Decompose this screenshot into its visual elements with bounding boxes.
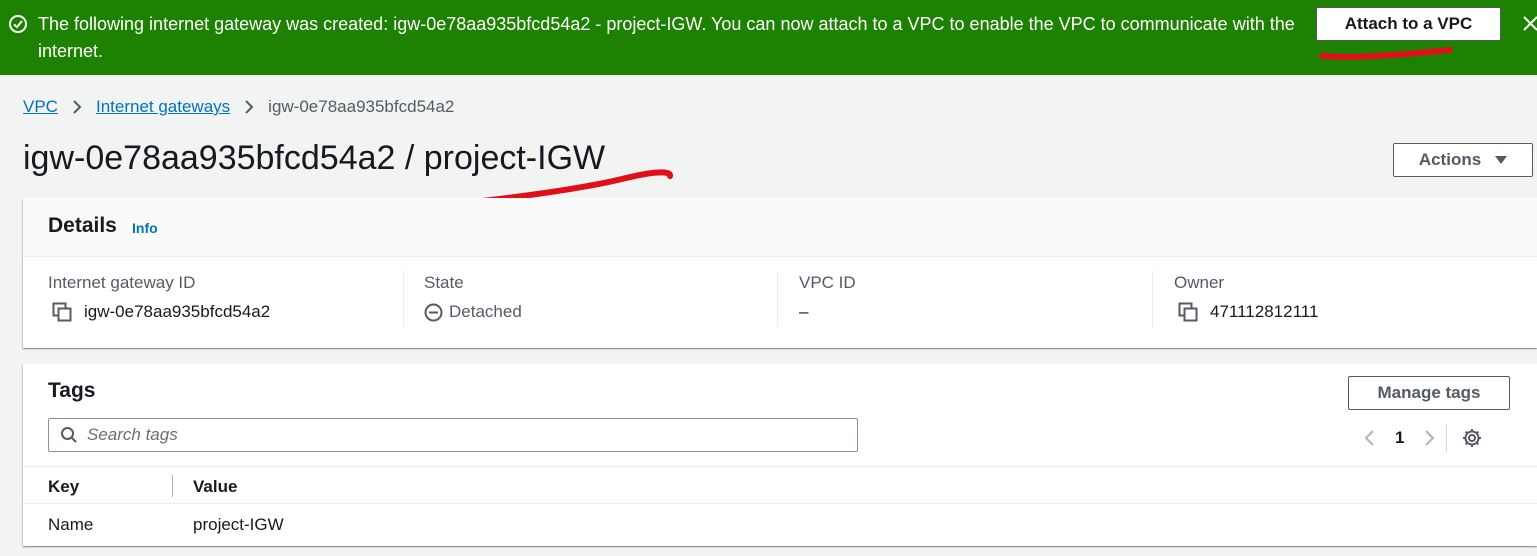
- tag-key: Name: [48, 515, 94, 534]
- field-label: VPC ID: [799, 273, 856, 292]
- chevron-right-icon: [72, 100, 82, 114]
- column-resizer[interactable]: [172, 475, 173, 497]
- breadcrumb-current: igw-0e78aa935bfcd54a2: [268, 97, 455, 116]
- success-flash-banner: The following internet gateway was creat…: [0, 0, 1537, 75]
- field-value: Detached: [449, 302, 522, 321]
- field-owner: Owner 471112812111: [1174, 273, 1524, 322]
- tags-table-header: Key Value: [23, 466, 1537, 504]
- copy-icon[interactable]: [1178, 302, 1200, 322]
- field-internet-gateway-id: Internet gateway ID igw-0e78aa935bfcd54a…: [48, 273, 398, 322]
- field-label: Owner: [1174, 273, 1225, 292]
- pagination: 1: [1363, 424, 1483, 452]
- next-page-icon[interactable]: [1424, 429, 1436, 447]
- field-value: –: [799, 302, 809, 321]
- page-number[interactable]: 1: [1395, 428, 1404, 448]
- search-tags-input[interactable]: [87, 425, 847, 445]
- gear-icon[interactable]: [1461, 427, 1483, 449]
- breadcrumb: VPC Internet gateways igw-0e78aa935bfcd5…: [23, 97, 454, 117]
- actions-dropdown-button[interactable]: Actions: [1393, 143, 1533, 177]
- field-state: State Detached: [424, 273, 774, 322]
- info-link[interactable]: Info: [132, 220, 158, 236]
- close-icon[interactable]: [1521, 14, 1537, 34]
- search-box: [48, 418, 858, 452]
- caret-down-icon: [1495, 156, 1508, 164]
- details-panel: Details Info Internet gateway ID igw-0e7…: [23, 198, 1537, 348]
- column-divider: [403, 271, 404, 327]
- success-check-icon: [9, 15, 27, 33]
- chevron-right-icon: [244, 100, 254, 114]
- details-header: Details Info: [23, 198, 1537, 257]
- copy-icon[interactable]: [52, 302, 74, 322]
- breadcrumb-internet-gateways-link[interactable]: Internet gateways: [96, 97, 230, 117]
- column-divider: [1152, 271, 1153, 327]
- field-value: 471112812111: [1210, 302, 1319, 321]
- column-header-key[interactable]: Key: [48, 477, 79, 497]
- field-value: igw-0e78aa935bfcd54a2: [84, 302, 271, 321]
- field-vpc-id: VPC ID –: [799, 273, 1149, 322]
- manage-tags-button[interactable]: Manage tags: [1348, 376, 1510, 410]
- column-header-value[interactable]: Value: [193, 477, 237, 497]
- field-label: State: [424, 273, 464, 292]
- tags-title: Tags: [48, 379, 96, 402]
- details-fields: Internet gateway ID igw-0e78aa935bfcd54a…: [23, 257, 1537, 347]
- table-row: Name project-IGW: [23, 504, 1537, 544]
- previous-page-icon[interactable]: [1363, 429, 1375, 447]
- flash-message: The following internet gateway was creat…: [38, 14, 1295, 61]
- pager-divider: [1446, 424, 1448, 452]
- column-divider: [777, 271, 778, 327]
- tag-value: project-IGW: [193, 515, 284, 534]
- attach-to-vpc-button[interactable]: Attach to a VPC: [1316, 7, 1501, 41]
- breadcrumb-vpc-link[interactable]: VPC: [23, 97, 58, 117]
- details-title: Details: [48, 214, 117, 237]
- detached-status-icon: [424, 303, 443, 321]
- search-icon: [61, 427, 77, 443]
- actions-label: Actions: [1418, 150, 1482, 169]
- field-label: Internet gateway ID: [48, 273, 196, 292]
- page-title: igw-0e78aa935bfcd54a2 / project-IGW: [23, 139, 606, 177]
- tags-panel: Tags Manage tags 1 Key Value Name projec…: [23, 364, 1537, 546]
